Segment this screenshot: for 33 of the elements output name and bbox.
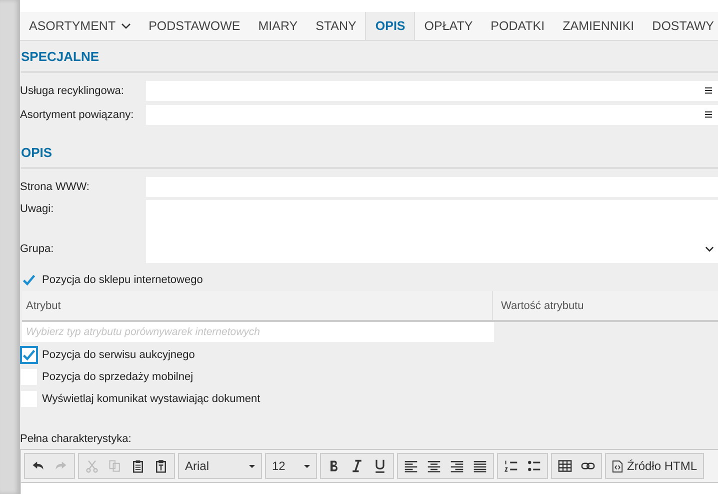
checkbox[interactable] <box>20 346 38 364</box>
checkbox-label: Pozycja do sklepu internetowego <box>42 274 203 286</box>
field-label: Asortyment powiązany: <box>20 108 135 120</box>
tab[interactable]: STANY <box>306 12 366 40</box>
tab[interactable]: OPIS <box>365 12 416 40</box>
field-label: Strona WWW: <box>20 180 90 192</box>
tab[interactable]: ASORTYMENT <box>20 12 140 40</box>
field-label: Grupa: <box>20 242 55 254</box>
tab[interactable]: MIARY <box>249 12 307 40</box>
attribute-field[interactable]: Wybierz typ atrybutu porównywarek internetowych <box>22 322 494 342</box>
chevron-icon <box>705 246 714 252</box>
checkbox-label: Wyświetlaj komunikat wystawiając dokument <box>42 393 260 405</box>
file-code-icon <box>612 460 623 472</box>
section-title: OPIS <box>21 144 52 160</box>
field-label: Usługa recyklingowa: <box>20 84 125 96</box>
tab[interactable]: OPŁATY <box>415 12 482 40</box>
chevron-icon <box>120 23 131 29</box>
tab[interactable]: PODATKI <box>482 12 554 40</box>
checkbox-label: Pozycja do serwisu aukcyjnego <box>42 349 195 361</box>
field-label: Pełna charakterystyka: <box>20 433 132 447</box>
checkbox-label: Pozycja do sprzedaży mobilnej <box>42 371 194 383</box>
dropdown-field[interactable] <box>146 234 718 262</box>
tab[interactable]: PODSTAWOWE <box>140 12 250 40</box>
lookup-field[interactable] <box>146 104 718 124</box>
menu-icon[interactable] <box>705 87 712 94</box>
field-label: Uwagi: <box>20 202 55 215</box>
section-title: SPECJALNE <box>21 48 100 64</box>
menu-icon[interactable] <box>705 111 712 118</box>
lookup-field[interactable] <box>146 80 718 100</box>
column-header: Atrybut <box>22 291 493 320</box>
column-header: Wartość atrybutu <box>500 300 584 312</box>
tab[interactable]: DOSTAWY <box>643 12 718 40</box>
tab[interactable]: ZAMIENNIKI <box>554 12 644 40</box>
